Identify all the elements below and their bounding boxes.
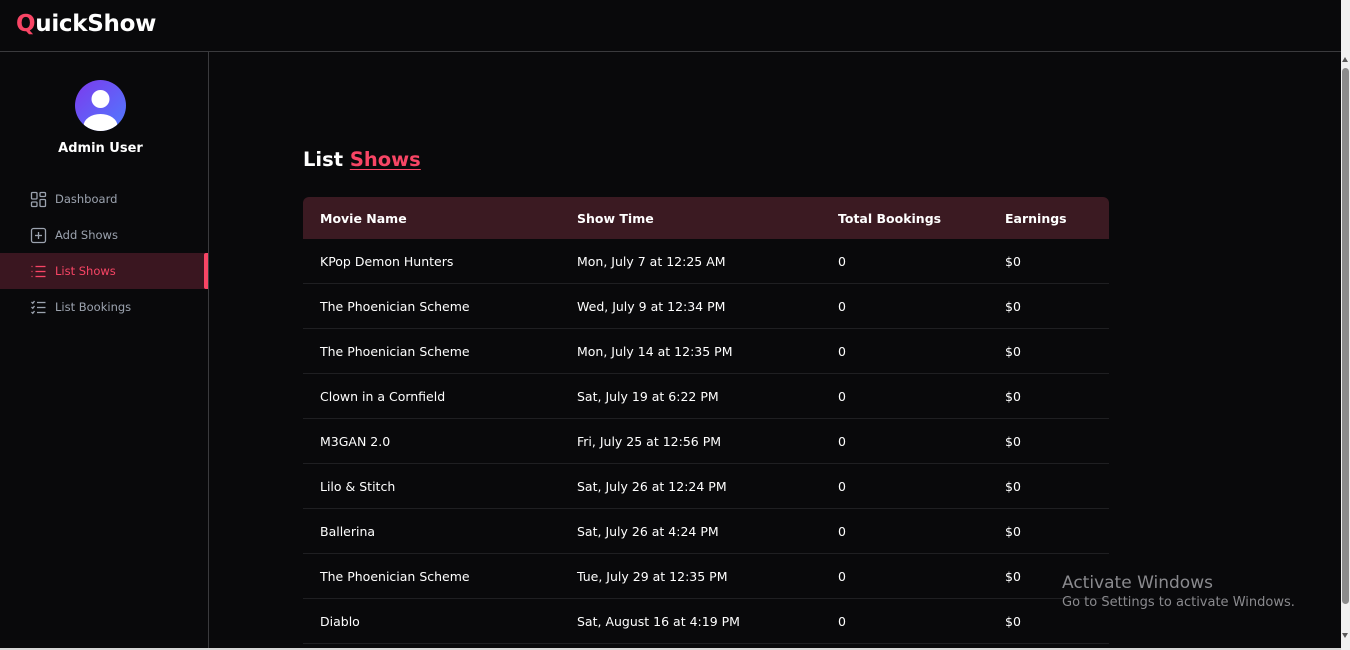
sidebar-item-label: Dashboard xyxy=(55,192,118,206)
user-silhouette-icon xyxy=(83,90,118,131)
cell-movie-name: The Phoenician Scheme xyxy=(303,328,560,374)
sidebar-item-label: List Bookings xyxy=(55,300,132,314)
table-row: Clown in a Cornfield Sat, July 19 at 6:2… xyxy=(303,373,1109,419)
cell-show-time: Sat, July 26 at 12:24 PM xyxy=(560,463,821,509)
table-row: M3GAN 2.0 Fri, July 25 at 12:56 PM 0 $0 xyxy=(303,418,1109,464)
top-bar: QuickShow xyxy=(0,0,1341,52)
cell-show-time: Wed, July 9 at 12:34 PM xyxy=(560,283,821,329)
cell-show-time: Sat, July 26 at 4:24 PM xyxy=(560,508,821,554)
logo-rest: uickShow xyxy=(35,11,157,37)
sidebar-nav: Dashboard Add Shows List Shows List Book… xyxy=(0,181,208,325)
cell-total-bookings: 0 xyxy=(821,418,988,464)
cell-earnings: $0 xyxy=(988,373,1109,419)
cell-earnings: $0 xyxy=(988,239,1109,284)
sidebar-item-list-bookings[interactable]: List Bookings xyxy=(0,289,208,325)
cell-earnings: $0 xyxy=(988,283,1109,329)
dashboard-grid-icon xyxy=(30,191,47,208)
column-header-show-time: Show Time xyxy=(577,210,654,226)
main-content: List Shows Movie Name Show Time Total Bo… xyxy=(209,52,1341,650)
cell-movie-name: Lilo & Stitch xyxy=(303,463,560,509)
table-row: The Phoenician Scheme Mon, July 14 at 12… xyxy=(303,328,1109,374)
cell-total-bookings: 0 xyxy=(821,463,988,509)
table-row: The Phoenician Scheme Tue, July 29 at 12… xyxy=(303,553,1109,599)
sidebar: Admin User Dashboard Add Shows List Show… xyxy=(0,52,209,650)
avatar xyxy=(75,80,126,131)
table-header-row: Movie Name Show Time Total Bookings Earn… xyxy=(303,197,1109,239)
admin-user-name: Admin User xyxy=(58,141,143,156)
cell-total-bookings: 0 xyxy=(821,598,988,644)
cell-total-bookings: 0 xyxy=(821,508,988,554)
page-title: List Shows xyxy=(303,148,421,171)
logo-first-letter: Q xyxy=(16,11,36,37)
cell-earnings: $0 xyxy=(988,508,1109,554)
cell-movie-name: Diablo xyxy=(303,598,560,644)
sidebar-item-label: Add Shows xyxy=(55,228,118,242)
cell-show-time: Sat, August 16 at 4:19 PM xyxy=(560,598,821,644)
cell-movie-name: M3GAN 2.0 xyxy=(303,418,560,464)
table-row: Ballerina Sat, July 26 at 4:24 PM 0 $0 xyxy=(303,508,1109,554)
page-title-accent: Shows xyxy=(349,148,421,171)
table-row: The Phoenician Scheme Wed, July 9 at 12:… xyxy=(303,283,1109,329)
table-row: Diablo Sat, August 16 at 4:19 PM 0 $0 xyxy=(303,598,1109,644)
cell-earnings: $0 xyxy=(988,328,1109,374)
plus-square-icon xyxy=(30,227,47,244)
scrollbar-thumb[interactable] xyxy=(1342,68,1349,604)
cell-show-time: Tue, July 29 at 12:35 PM xyxy=(560,553,821,599)
shows-table-wrapper: Movie Name Show Time Total Bookings Earn… xyxy=(303,197,1109,644)
sidebar-item-add-shows[interactable]: Add Shows xyxy=(0,217,208,253)
vertical-scrollbar[interactable] xyxy=(1341,0,1350,650)
column-header-earnings: Earnings xyxy=(1005,210,1067,226)
cell-movie-name: The Phoenician Scheme xyxy=(303,553,560,599)
sidebar-item-list-shows[interactable]: List Shows xyxy=(0,253,208,289)
column-header-movie-name: Movie Name xyxy=(320,210,407,226)
activate-windows-watermark: Activate Windows Go to Settings to activ… xyxy=(1062,572,1295,612)
scroll-up-arrow-icon[interactable] xyxy=(1342,57,1348,62)
list-checks-icon xyxy=(30,299,47,316)
cell-movie-name: The Phoenician Scheme xyxy=(303,283,560,329)
cell-earnings: $0 xyxy=(988,418,1109,464)
cell-earnings: $0 xyxy=(988,463,1109,509)
cell-movie-name: Ballerina xyxy=(303,508,560,554)
app-root: QuickShow Admin User Dashboard Add Shows… xyxy=(0,0,1350,650)
cell-show-time: Fri, July 25 at 12:56 PM xyxy=(560,418,821,464)
cell-total-bookings: 0 xyxy=(821,373,988,419)
cell-show-time: Mon, July 14 at 12:35 PM xyxy=(560,328,821,374)
list-icon xyxy=(30,263,47,280)
column-header-total-bookings: Total Bookings xyxy=(838,210,942,226)
cell-total-bookings: 0 xyxy=(821,553,988,599)
cell-total-bookings: 0 xyxy=(821,283,988,329)
table-row: KPop Demon Hunters Mon, July 7 at 12:25 … xyxy=(303,239,1109,284)
quickshow-logo[interactable]: QuickShow xyxy=(16,10,156,38)
cell-show-time: Mon, July 7 at 12:25 AM xyxy=(560,239,821,284)
scroll-down-arrow-icon[interactable] xyxy=(1342,633,1348,638)
cell-total-bookings: 0 xyxy=(821,328,988,374)
cell-total-bookings: 0 xyxy=(821,239,988,284)
cell-movie-name: KPop Demon Hunters xyxy=(303,239,560,284)
table-row: Lilo & Stitch Sat, July 26 at 12:24 PM 0… xyxy=(303,463,1109,509)
watermark-title: Activate Windows xyxy=(1062,573,1213,593)
shows-table: Movie Name Show Time Total Bookings Earn… xyxy=(303,197,1109,644)
cell-show-time: Sat, July 19 at 6:22 PM xyxy=(560,373,821,419)
sidebar-item-dashboard[interactable]: Dashboard xyxy=(0,181,208,217)
page-title-prefix: List xyxy=(303,148,344,171)
watermark-subtitle: Go to Settings to activate Windows. xyxy=(1062,595,1295,610)
cell-movie-name: Clown in a Cornfield xyxy=(303,373,560,419)
sidebar-item-label: List Shows xyxy=(55,264,116,278)
